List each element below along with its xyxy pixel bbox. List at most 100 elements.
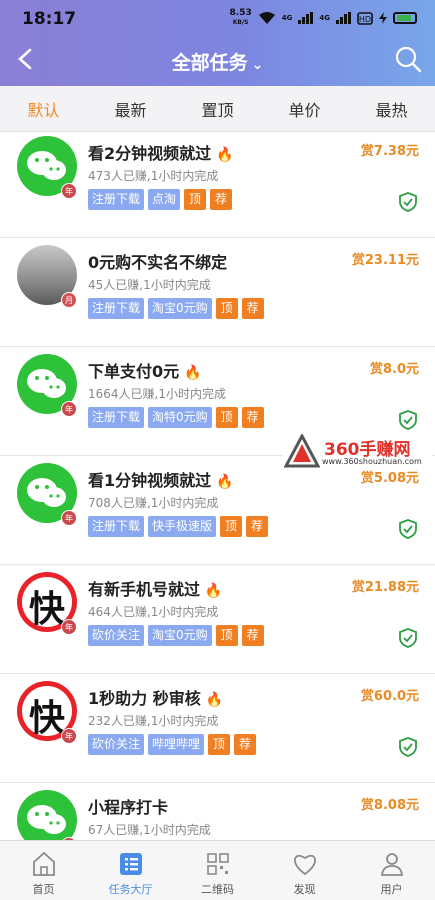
nav-item-2[interactable]: 二维码 — [174, 841, 261, 900]
reward-amount: 赏8.0元 — [369, 362, 419, 377]
watermark-logo: 360手赚网 www.360shouzhuan.com — [282, 432, 432, 470]
category-tag: 点淘 — [148, 189, 181, 210]
nav-item-0[interactable]: 首页 — [0, 841, 87, 900]
pinned-flag: 顶 — [215, 298, 238, 319]
membership-badge: 年 — [61, 619, 77, 635]
nav-item-3[interactable]: 发现 — [261, 841, 348, 900]
user-icon — [380, 853, 403, 876]
task-title: 1秒助力 秒审核 🔥 — [88, 685, 223, 709]
membership-badge: 月 — [61, 292, 77, 308]
task-item[interactable]: 快年有新手机号就过 🔥 464人已赚,1小时内完成 砍价关注 淘宝0元购顶荐赏21.8… — [0, 566, 435, 674]
recommended-flag: 荐 — [210, 189, 233, 210]
app-header: 全部任务 ⌄ — [0, 34, 435, 86]
task-tags: 砍价关注 淘宝0元购顶荐 — [88, 625, 264, 646]
category-tag: 砍价关注 — [88, 625, 145, 646]
verified-shield-icon — [399, 410, 417, 430]
tab-0[interactable]: 默认 — [9, 97, 79, 121]
nav-item-4[interactable]: 用户 — [348, 841, 435, 900]
category-tag: 淘特0元购 — [148, 407, 212, 428]
task-title: 0元购不实名不绑定 — [88, 249, 227, 273]
membership-badge: 年 — [61, 728, 77, 744]
pinned-flag: 顶 — [215, 625, 238, 646]
task-tags: 注册下载 淘宝0元购顶荐 — [88, 298, 264, 319]
nav-item-1[interactable]: 任务大厅 — [87, 841, 174, 900]
network-speed: 8.53 KB/S — [229, 8, 252, 27]
task-meta: 473人已赚,1小时内完成 — [88, 169, 219, 183]
task-meta: 67人已赚,1小时内完成 — [88, 823, 211, 837]
membership-badge: 年 — [61, 183, 77, 199]
pinned-flag: 顶 — [184, 189, 207, 210]
membership-badge: 年 — [61, 401, 77, 417]
category-tag: 快手极速版 — [148, 516, 217, 537]
reward-amount: 赏23.11元 — [351, 253, 419, 268]
verified-shield-icon — [399, 519, 417, 539]
category-tag: 砍价关注 — [88, 734, 145, 755]
sort-tabs: 默认 最新 置顶 单价 最热 — [0, 86, 435, 132]
charging-icon — [379, 12, 387, 24]
task-meta: 1664人已赚,1小时内完成 — [88, 387, 226, 401]
task-title-text: 1秒助力 秒审核 — [88, 689, 201, 708]
pinned-flag: 顶 — [220, 516, 243, 537]
task-title-text: 看1分钟视频就过 — [88, 471, 212, 490]
signal-icon-2 — [336, 12, 351, 24]
task-title: 看2分钟视频就过 🔥 — [88, 140, 233, 164]
task-title: 看1分钟视频就过 🔥 — [88, 467, 233, 491]
triangle-logo-icon — [284, 434, 320, 468]
tab-1[interactable]: 最新 — [96, 97, 166, 121]
category-tag: 哔哩哔哩 — [148, 734, 205, 755]
task-meta: 45人已赚,1小时内完成 — [88, 278, 211, 292]
pinned-flag: 顶 — [208, 734, 231, 755]
svg-text:HD: HD — [359, 15, 371, 24]
verified-shield-icon — [399, 737, 417, 757]
wechat-logo-icon — [17, 790, 77, 840]
task-item[interactable]: 快年 1秒助力 秒审核 🔥 232人已赚,1小时内完成 砍价关注 哔哩哔哩顶荐赏60.0… — [0, 675, 435, 783]
search-icon[interactable] — [393, 44, 423, 74]
nav-label: 二维码 — [201, 883, 234, 896]
verified-shield-icon — [399, 192, 417, 212]
task-item[interactable]: 年小程序打卡67人已赚,1小时内完成注册下载顶荐赏8.08元 — [0, 784, 435, 840]
qrcode-icon — [206, 853, 229, 875]
nav-label: 首页 — [32, 883, 55, 896]
pinned-flag: 顶 — [215, 407, 238, 428]
signal-icon — [298, 12, 314, 24]
recommended-flag: 荐 — [241, 625, 264, 646]
task-tags: 砍价关注 哔哩哔哩顶荐 — [88, 734, 257, 755]
task-title-text: 0元购不实名不绑定 — [88, 253, 228, 272]
recommended-flag: 荐 — [241, 407, 264, 428]
chevron-down-icon: ⌄ — [251, 57, 264, 73]
membership-badge: 年 — [61, 510, 77, 526]
category-tag: 注册下载 — [88, 189, 145, 210]
task-title-text: 下单支付0元 — [88, 362, 180, 381]
bottom-nav: 首页 任务大厅 二维码 发现 用户 — [0, 840, 435, 900]
battery-icon — [393, 12, 417, 24]
nav-label: 用户 — [380, 883, 403, 896]
category-tag: 淘宝0元购 — [148, 298, 212, 319]
task-title-text: 有新手机号就过 — [88, 580, 201, 599]
tab-2[interactable]: 置顶 — [183, 97, 253, 121]
reward-amount: 赏21.88元 — [351, 580, 419, 595]
fire-icon: 🔥 — [211, 147, 234, 163]
nav-label: 任务大厅 — [108, 883, 153, 896]
task-list-icon — [119, 853, 142, 875]
tab-3[interactable]: 单价 — [270, 97, 340, 121]
task-title: 有新手机号就过 🔥 — [88, 576, 222, 600]
task-list: 年看2分钟视频就过 🔥 473人已赚,1小时内完成 注册下载 点淘顶荐赏7.38元月 0… — [0, 132, 435, 840]
home-icon — [32, 851, 55, 876]
page-title[interactable]: 全部任务 ⌄ — [0, 48, 435, 75]
verified-shield-icon — [399, 628, 417, 648]
task-item[interactable]: 年 看2分钟视频就过 🔥 473人已赚,1小时内完成 注册下载 点淘顶荐 赏7.38元 — [0, 132, 435, 238]
task-tags: 注册下载 点淘顶荐 — [88, 189, 233, 210]
recommended-flag: 荐 — [241, 298, 264, 319]
tab-4[interactable]: 最热 — [357, 97, 427, 121]
hd-icon: HD — [357, 11, 373, 25]
task-title-text: 小程序打卡 — [88, 798, 169, 817]
task-meta: 464人已赚,1小时内完成 — [88, 605, 219, 619]
task-item[interactable]: 月 0元购不实名不绑定 45人已赚,1小时内完成注册下载 淘宝0元购顶荐 赏23.11元 — [0, 239, 435, 347]
fire-icon: 🔥 — [200, 583, 223, 599]
reward-amount: 赏8.08元 — [360, 798, 419, 813]
task-item[interactable]: 年看1分钟视频就过 🔥 708人已赚,1小时内完成 注册下载 快手极速版顶荐赏5.08… — [0, 457, 435, 565]
heart-icon — [293, 854, 316, 876]
status-bar: 18:17 8.53 KB/S 4G 4G HD — [0, 0, 435, 34]
nav-label: 发现 — [293, 883, 316, 896]
wifi-icon — [258, 12, 275, 24]
